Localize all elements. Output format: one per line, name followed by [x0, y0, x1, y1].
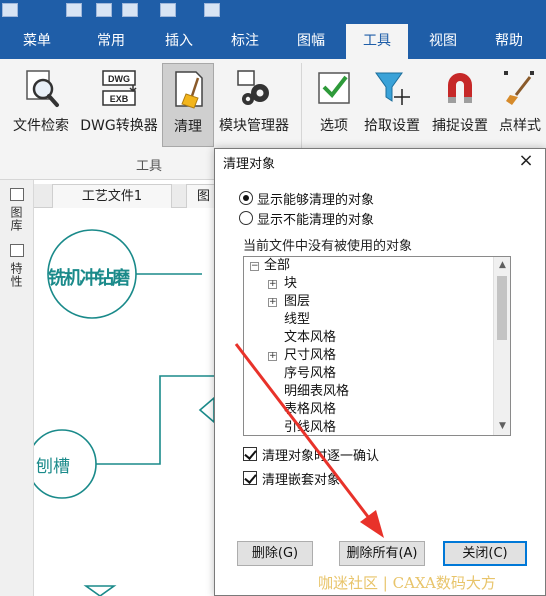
broom-clean-icon: [175, 71, 203, 109]
dwg-exb-converter-icon: DWG EXB: [102, 70, 137, 106]
delete-button[interactable]: 删除(G): [237, 541, 313, 566]
clean-button[interactable]: 清理: [162, 63, 214, 147]
point-style-button[interactable]: 点样式: [494, 63, 546, 143]
tab-help[interactable]: 帮助: [484, 24, 534, 59]
tab-view[interactable]: 视图: [418, 24, 468, 59]
tree-item-layers[interactable]: 图层: [284, 293, 310, 311]
quick-undo-icon[interactable]: [96, 3, 112, 17]
tab-common[interactable]: 常用: [86, 24, 136, 59]
connector-line-2: [96, 375, 214, 465]
tree-collapse-all[interactable]: −: [250, 262, 259, 271]
scroll-down-icon[interactable]: ▼: [494, 418, 510, 435]
filter-pick-icon: [375, 72, 410, 105]
library-tab[interactable]: 图库: [8, 206, 25, 232]
brush-point-style-icon: [504, 71, 534, 105]
clean-objects-dialog: 清理对象 × 显示能够清理的对象 显示不能清理的对象 当前文件中没有被使用的对象…: [214, 148, 546, 596]
dialog-close-button[interactable]: ×: [517, 152, 535, 170]
tree-item-blocks[interactable]: 块: [284, 275, 297, 293]
tab-tools[interactable]: 工具: [346, 24, 408, 59]
tab-frame[interactable]: 图幅: [286, 24, 336, 59]
magnifier-file-icon: [26, 70, 59, 107]
tree-item-balloon-styles[interactable]: 序号风格: [284, 365, 336, 383]
tree-scrollbar[interactable]: ▲ ▼: [493, 257, 510, 435]
tree-item-leader-styles[interactable]: 引线风格: [284, 419, 336, 435]
ribbon-group-label: 工具: [136, 159, 163, 174]
circle-label-1: 铣机冲钻磨: [48, 268, 130, 289]
radio-show-cleanable[interactable]: 显示能够清理的对象: [239, 189, 374, 208]
unused-objects-caption: 当前文件中没有被使用的对象: [243, 239, 413, 254]
quick-paste-icon[interactable]: [204, 3, 220, 17]
snap-settings-button[interactable]: 捕捉设置: [428, 63, 492, 143]
tab-dimension[interactable]: 标注: [220, 24, 270, 59]
tree-item-text-styles[interactable]: 文本风格: [284, 329, 336, 347]
library-icon[interactable]: [10, 188, 24, 201]
tree-item-all[interactable]: 全部: [264, 257, 290, 275]
tree-item-table-styles[interactable]: 表格风格: [284, 401, 336, 419]
ribbon-tab-bar: 菜单 常用 插入 标注 图幅 工具 视图 帮助: [0, 24, 546, 59]
tree-expand-blocks[interactable]: +: [268, 280, 277, 289]
app-icon[interactable]: [2, 3, 18, 17]
svg-text:EXB: EXB: [110, 94, 129, 104]
options-button[interactable]: 选项: [312, 63, 356, 143]
dwg-converter-button[interactable]: DWG EXB DWG转换器: [76, 63, 162, 143]
title-bar: [0, 0, 546, 24]
triangle-node: [83, 585, 117, 596]
module-manager-button[interactable]: 模块管理器: [214, 63, 294, 143]
scroll-up-icon[interactable]: ▲: [494, 257, 510, 274]
close-button[interactable]: 关闭(C): [443, 541, 527, 566]
scroll-thumb[interactable]: [497, 276, 507, 340]
quick-save-icon[interactable]: [66, 3, 82, 17]
delete-all-button[interactable]: 删除所有(A): [339, 541, 425, 566]
magnet-snap-icon: [448, 73, 472, 103]
svg-text:DWG: DWG: [108, 74, 130, 84]
quick-copy-icon[interactable]: [160, 3, 176, 17]
doc-tab-process-file[interactable]: 工艺文件1: [52, 184, 172, 208]
radio-indicator-on[interactable]: [239, 191, 253, 205]
checkbox-nested-box[interactable]: [243, 471, 257, 485]
watermark-text: 咖迷社区 | CAXA数码大方: [318, 574, 496, 592]
checkmark-options-icon: [318, 72, 350, 104]
unused-objects-tree[interactable]: − 全部 + 块 + 图层 线型 文本风格 + 尺寸风格 序号风格 明细表风格 …: [243, 256, 511, 436]
left-side-panel: 图库 特性: [0, 180, 34, 596]
circle-label-2: 刨槽: [36, 457, 70, 477]
tree-item-dim-styles[interactable]: 尺寸风格: [284, 347, 336, 365]
tab-menu[interactable]: 菜单: [12, 24, 62, 59]
checkbox-confirm-each-box[interactable]: [243, 447, 257, 461]
radio-show-not-cleanable[interactable]: 显示不能清理的对象: [239, 209, 374, 228]
radio-indicator-off[interactable]: [239, 211, 253, 225]
tree-expand-dim-styles[interactable]: +: [268, 352, 277, 361]
tree-expand-layers[interactable]: +: [268, 298, 277, 307]
diamond-node: [198, 396, 215, 424]
properties-icon[interactable]: [10, 244, 24, 257]
file-search-button[interactable]: 文件检索: [8, 63, 74, 143]
gears-module-icon: [237, 70, 269, 105]
checkbox-confirm-each[interactable]: 清理对象时逐一确认: [243, 445, 379, 464]
checkbox-nested[interactable]: 清理嵌套对象: [243, 469, 340, 488]
tab-insert[interactable]: 插入: [154, 24, 204, 59]
quick-print-icon[interactable]: [122, 3, 138, 17]
properties-tab[interactable]: 特性: [8, 262, 25, 288]
tree-item-bom-styles[interactable]: 明细表风格: [284, 383, 349, 401]
tree-item-linetypes[interactable]: 线型: [284, 311, 310, 329]
dialog-title: 清理对象: [223, 157, 276, 172]
pick-settings-button[interactable]: 拾取设置: [360, 63, 424, 143]
